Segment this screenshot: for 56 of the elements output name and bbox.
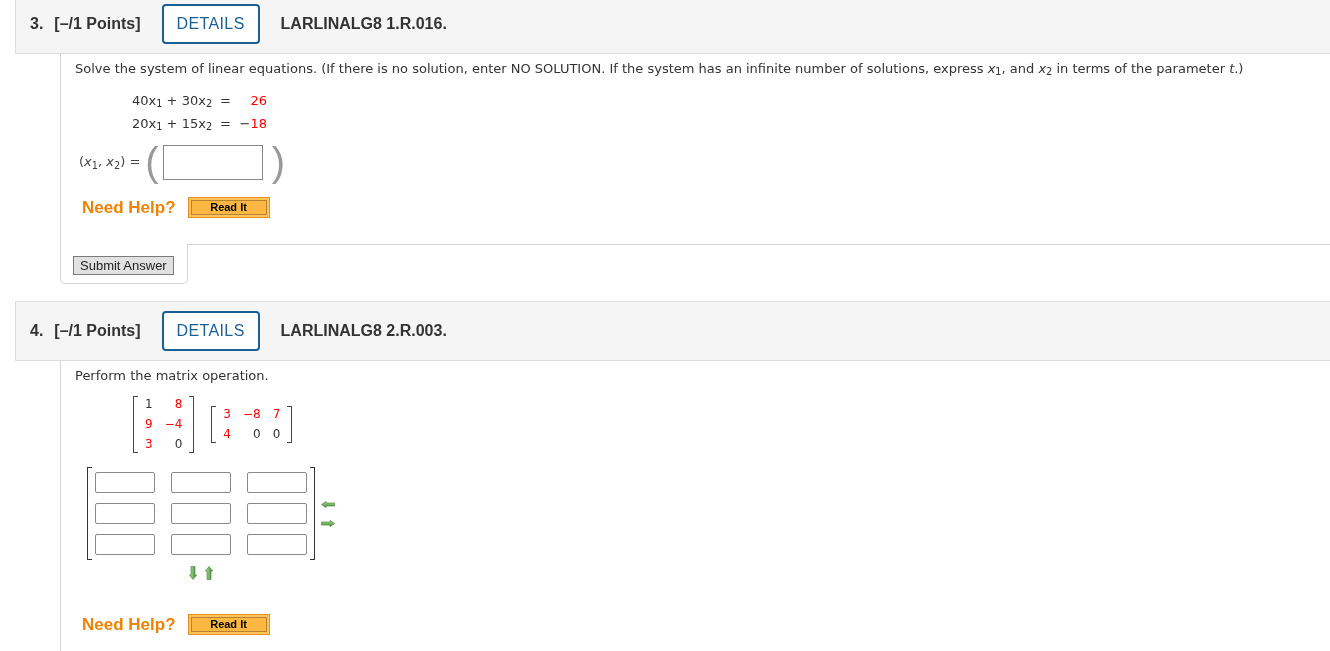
points-label: [–/1 Points]: [54, 14, 141, 34]
question-prompt: Perform the matrix operation.: [75, 368, 270, 384]
matrix-answer-field[interactable]: [171, 534, 231, 555]
question-number: 3.: [30, 14, 44, 34]
answer-label: (x$_{1}$, x$_{2}$) =: [79, 153, 141, 172]
matrix-entry: 8: [173, 396, 183, 413]
close-parenthesis: ): [271, 142, 285, 182]
answer-field[interactable]: [162, 144, 263, 180]
question-number: 4.: [30, 321, 44, 341]
right-bracket-icon: [310, 467, 315, 560]
matrix-entry: −4: [164, 416, 183, 433]
up-arrow-icon[interactable]: [205, 566, 213, 580]
need-help-label: Need Help?: [82, 614, 176, 635]
question-code: LARLINALG8 1.R.016.: [280, 14, 447, 34]
equation-expression: 20x$_{1}$ + 15x$_{2}$: [132, 114, 213, 133]
matrix-entry: 1: [145, 396, 153, 413]
details-button[interactable]: DETAILS: [161, 4, 260, 44]
right-arrow-icon[interactable]: [321, 519, 335, 527]
matrix-entry: 0: [252, 426, 261, 443]
equation-expression: 40x$_{1}$ + 30x$_{2}$: [132, 91, 213, 110]
matrix-entry: 3: [145, 436, 153, 453]
right-bracket-icon: [189, 396, 195, 453]
question-prompt: Solve the system of linear equations. (If there is no solution, enter NO SOLUTION. If the system has an infinite number of solutions, express x$_{1}$, and x$_{2}$ in terms of the parameter t.): [75, 61, 1245, 77]
equation-constant: 26: [249, 91, 267, 110]
matrix-entry: −8: [243, 406, 261, 423]
matrix-entry: 3: [223, 406, 231, 423]
need-help-label: Need Help?: [82, 197, 176, 218]
matrix-entry: 7: [272, 406, 281, 423]
open-parenthesis: (: [145, 142, 159, 182]
equals-sign: =: [220, 91, 231, 110]
matrix-answer-field[interactable]: [95, 503, 155, 524]
matrix-entry: 0: [272, 426, 281, 443]
matrix-answer-field[interactable]: [95, 472, 155, 493]
matrix-answer-field[interactable]: [247, 472, 307, 493]
left-bracket-icon: [211, 406, 217, 443]
left-bracket-icon: [133, 396, 138, 453]
left-arrow-icon[interactable]: [321, 500, 335, 508]
matrix-entry: 0: [173, 436, 183, 453]
read-it-button[interactable]: Read It: [187, 614, 270, 635]
equals-sign: =: [220, 114, 231, 133]
read-it-button[interactable]: Read It: [187, 197, 270, 218]
matrix-answer-field[interactable]: [247, 503, 307, 524]
matrix-entry: 4: [223, 426, 231, 443]
left-bracket-icon: [87, 467, 92, 560]
submit-answer-button[interactable]: Submit Answer: [73, 256, 174, 275]
points-label: [–/1 Points]: [54, 321, 141, 341]
right-bracket-icon: [287, 406, 293, 443]
question-code: LARLINALG8 2.R.003.: [280, 321, 447, 341]
matrix-answer-field[interactable]: [95, 534, 155, 555]
down-arrow-icon[interactable]: [189, 566, 197, 580]
matrix-answer-field[interactable]: [171, 503, 231, 524]
matrix-answer-field[interactable]: [247, 534, 307, 555]
details-button[interactable]: DETAILS: [161, 311, 260, 351]
matrix-answer-field[interactable]: [171, 472, 231, 493]
equation-constant: −18: [238, 114, 267, 133]
matrix-entry: 9: [145, 416, 153, 433]
